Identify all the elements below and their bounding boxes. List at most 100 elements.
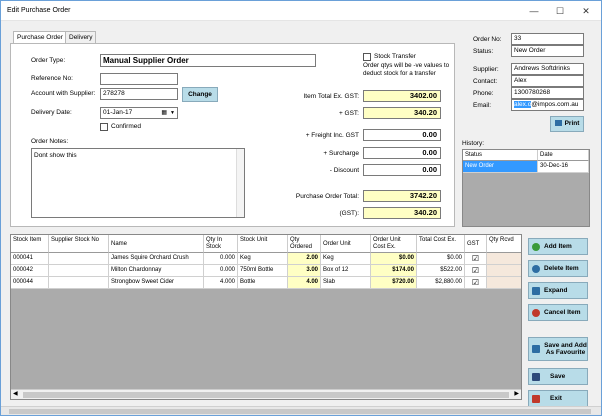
account-input[interactable]: 278278 bbox=[100, 88, 178, 100]
item-total-field: 3402.00 bbox=[363, 90, 441, 102]
discount-label: - Discount bbox=[329, 167, 359, 174]
email-label: Email: bbox=[473, 102, 492, 109]
chevron-down-icon[interactable]: ▼ bbox=[170, 108, 175, 118]
window-horizontal-scrollbar[interactable] bbox=[1, 406, 601, 415]
table-row-qty-ordered[interactable]: 2.00 bbox=[288, 253, 321, 265]
delete-icon bbox=[532, 264, 540, 273]
phone-input[interactable]: 1300780268 bbox=[511, 87, 584, 99]
delete-item-label: Delete Item bbox=[544, 265, 579, 272]
table-row-gst-checkbox[interactable]: ☑ bbox=[465, 277, 487, 289]
delivery-date-label: Delivery Date: bbox=[31, 109, 72, 116]
minimize-icon[interactable]: — bbox=[521, 1, 547, 21]
table-row-order-unit[interactable]: Slab bbox=[321, 277, 371, 289]
order-no-field: 33 bbox=[511, 33, 584, 45]
table-row-total-cost: $0.00 bbox=[417, 253, 465, 265]
discount-input[interactable]: 0.00 bbox=[363, 164, 441, 176]
print-button[interactable]: Print bbox=[550, 116, 584, 132]
save-add-favourite-button[interactable]: Save and Add As Favourite bbox=[528, 337, 588, 361]
delete-item-button[interactable]: Delete Item bbox=[528, 260, 588, 277]
close-icon[interactable]: ✕ bbox=[573, 1, 599, 21]
exit-button[interactable]: Exit bbox=[528, 390, 588, 407]
table-row-stock-unit[interactable]: Bottle bbox=[238, 277, 288, 289]
save-label: Save bbox=[550, 373, 566, 380]
reference-label: Reference No: bbox=[31, 75, 73, 82]
save-add-favourite-label: Save and Add As Favourite bbox=[544, 342, 587, 356]
col-qty-ordered: Qty Ordered bbox=[288, 235, 321, 253]
contact-input[interactable]: Alex bbox=[511, 75, 584, 87]
table-row-stock-item[interactable]: 000042 bbox=[11, 265, 49, 277]
scroll-right-icon[interactable]: ▶ bbox=[514, 390, 519, 397]
order-notes-label: Order Notes: bbox=[31, 138, 69, 145]
reference-input[interactable] bbox=[100, 73, 178, 85]
table-row-name[interactable]: James Squire Orchard Crush bbox=[109, 253, 204, 265]
col-stock-unit: Stock Unit bbox=[238, 235, 288, 253]
history-row-status[interactable]: New Order bbox=[463, 161, 538, 173]
freight-label: + Freight Inc. GST bbox=[305, 132, 359, 139]
gst-total-label: (GST): bbox=[339, 210, 360, 217]
table-row-supplier-no[interactable] bbox=[49, 253, 109, 265]
table-row-qty-in-stock[interactable]: 4.000 bbox=[204, 277, 238, 289]
save-button[interactable]: Save bbox=[528, 368, 588, 385]
order-notes-text: Dont show this bbox=[34, 152, 77, 159]
gst-field: 340.20 bbox=[363, 107, 441, 119]
table-row-name[interactable]: Milton Chardonnay bbox=[109, 265, 204, 277]
scroll-left-icon[interactable]: ◀ bbox=[13, 390, 18, 397]
table-row-stock-unit[interactable]: Keg bbox=[238, 253, 288, 265]
table-row-qty-rcvd[interactable] bbox=[487, 277, 521, 289]
order-type-field[interactable]: Manual Supplier Order bbox=[100, 54, 316, 67]
email-selected-text: alex.o bbox=[514, 101, 532, 108]
add-item-button[interactable]: Add Item bbox=[528, 238, 588, 255]
table-row-stock-unit[interactable]: 750ml Bottle bbox=[238, 265, 288, 277]
col-name: Name bbox=[109, 235, 204, 253]
table-row-qty-rcvd[interactable] bbox=[487, 265, 521, 277]
order-type-label: Order Type: bbox=[31, 57, 66, 64]
table-row-unit-cost[interactable]: $0.00 bbox=[371, 253, 417, 265]
table-row-stock-item[interactable]: 000044 bbox=[11, 277, 49, 289]
table-row-qty-ordered[interactable]: 3.00 bbox=[288, 265, 321, 277]
order-no-label: Order No: bbox=[473, 36, 502, 43]
order-notes-textarea[interactable]: Dont show this bbox=[31, 148, 245, 218]
history-row-date[interactable]: 30-Dec-16 bbox=[538, 161, 589, 173]
table-row-qty-in-stock[interactable]: 0.000 bbox=[204, 265, 238, 277]
gst-total-field: 340.20 bbox=[363, 207, 441, 219]
exit-icon bbox=[532, 394, 540, 403]
col-supplier-stock-no: Supplier Stock No bbox=[49, 235, 109, 253]
table-row-qty-ordered[interactable]: 4.00 bbox=[288, 277, 321, 289]
expand-button[interactable]: Expand bbox=[528, 282, 588, 299]
floppy-disk-icon bbox=[532, 372, 540, 381]
table-row-order-unit[interactable]: Keg bbox=[321, 253, 371, 265]
confirmed-checkbox[interactable] bbox=[100, 123, 108, 131]
table-row-gst-checkbox[interactable]: ☑ bbox=[465, 265, 487, 277]
cancel-item-button[interactable]: Cancel Item bbox=[528, 304, 588, 321]
stock-transfer-checkbox[interactable] bbox=[363, 53, 371, 61]
history-label: History: bbox=[462, 140, 485, 147]
table-row-name[interactable]: Strongbow Sweet Cider bbox=[109, 277, 204, 289]
print-label: Print bbox=[564, 120, 580, 127]
delivery-date-picker[interactable]: 01-Jan-17 ▦ ▼ bbox=[100, 107, 178, 119]
freight-input[interactable]: 0.00 bbox=[363, 129, 441, 141]
table-row-qty-in-stock[interactable]: 0.000 bbox=[204, 253, 238, 265]
calendar-icon[interactable]: ▦ bbox=[161, 108, 167, 118]
table-row-gst-checkbox[interactable]: ☑ bbox=[465, 253, 487, 265]
scroll-thumb[interactable] bbox=[23, 392, 509, 398]
table-row-unit-cost[interactable]: $174.00 bbox=[371, 265, 417, 277]
delivery-date-value: 01-Jan-17 bbox=[103, 109, 133, 116]
email-input[interactable]: alex.o@impos.com.au bbox=[511, 99, 584, 111]
table-row-unit-cost[interactable]: $720.00 bbox=[371, 277, 417, 289]
table-row-supplier-no[interactable] bbox=[49, 265, 109, 277]
maximize-icon[interactable]: ☐ bbox=[547, 1, 573, 21]
table-row-qty-rcvd[interactable] bbox=[487, 253, 521, 265]
grid-horizontal-scrollbar[interactable]: ◀ ▶ bbox=[11, 389, 521, 399]
table-row-stock-item[interactable]: 000041 bbox=[11, 253, 49, 265]
window-scroll-thumb[interactable] bbox=[9, 409, 591, 414]
gst-label: + GST: bbox=[338, 110, 359, 117]
col-order-unit: Order Unit bbox=[321, 235, 371, 253]
table-row-order-unit[interactable]: Box of 12 bbox=[321, 265, 371, 277]
po-total-field: 3742.20 bbox=[363, 190, 441, 202]
tab-delivery[interactable]: Delivery bbox=[65, 31, 97, 43]
surcharge-input[interactable]: 0.00 bbox=[363, 147, 441, 159]
table-row-supplier-no[interactable] bbox=[49, 277, 109, 289]
change-button[interactable]: Change bbox=[182, 87, 218, 102]
notes-scrollbar[interactable] bbox=[236, 149, 244, 217]
supplier-field: Andrews Softdrinks bbox=[511, 63, 584, 75]
